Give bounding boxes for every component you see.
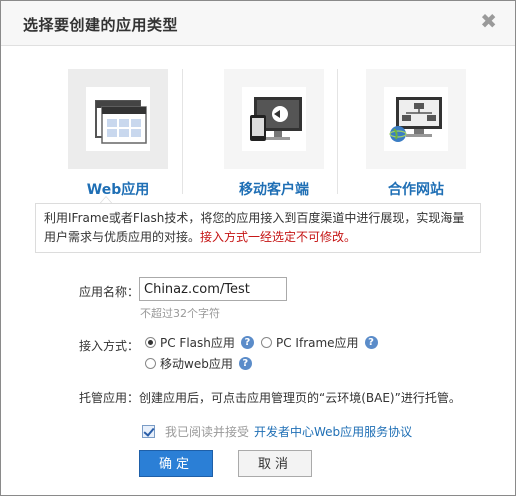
close-icon[interactable]: ✖: [480, 11, 497, 31]
radio-pc-flash[interactable]: PC Flash应用 ?: [145, 334, 254, 351]
radio-pc-iframe[interactable]: PC Iframe应用 ?: [261, 334, 378, 351]
hosting-note: 托管应用：创建应用后，可点击应用管理页的“云环境(BAE)”进行托管。: [79, 391, 461, 405]
radio-pc-flash-label: PC Flash应用: [160, 336, 235, 350]
create-app-dialog: 选择要创建的应用类型 ✖ Web应用 移动客户端 合作网站 利用IFrame或者…: [0, 0, 516, 496]
partner-site-icon: [384, 87, 448, 151]
agreement-text: 我已阅读并接受: [165, 425, 250, 439]
web-app-icon: [86, 87, 150, 151]
radio-pc-iframe-label: PC Iframe应用: [276, 336, 359, 350]
help-icon[interactable]: ?: [364, 336, 378, 349]
app-type-description: 利用IFrame或者Flash技术，将您的应用接入到百度渠道中进行展现，实现海量…: [35, 203, 481, 253]
help-icon[interactable]: ?: [238, 357, 252, 370]
access-method-label: 接入方式：: [79, 339, 140, 353]
type-divider: [182, 69, 183, 194]
radio-pc-flash-indicator: [145, 337, 156, 348]
agreement-row: 我已阅读并接受 开发者中心Web应用服务协议: [142, 423, 412, 440]
dialog-titlebar: 选择要创建的应用类型 ✖: [1, 1, 515, 46]
cancel-button[interactable]: 取消: [238, 450, 312, 477]
description-warning: 接入方式一经选定不可修改。: [200, 230, 357, 244]
confirm-button[interactable]: 确定: [139, 450, 213, 477]
radio-mobile-web-label: 移动web应用: [160, 357, 233, 371]
radio-pc-iframe-indicator: [261, 337, 272, 348]
agreement-checkbox[interactable]: [142, 425, 155, 438]
agreement-link[interactable]: 开发者中心Web应用服务协议: [254, 423, 412, 440]
partner-site-tile: [366, 69, 466, 169]
type-partner-site-label: 合作网站: [388, 182, 444, 198]
web-app-tile: [68, 69, 168, 169]
app-type-selector: Web应用 移动客户端 合作网站: [1, 69, 515, 199]
type-partner-site[interactable]: 合作网站: [351, 69, 481, 199]
help-icon[interactable]: ?: [240, 336, 254, 349]
mobile-client-tile: [224, 69, 324, 169]
dialog-title: 选择要创建的应用类型: [23, 16, 179, 34]
type-web-app[interactable]: Web应用: [53, 69, 183, 199]
type-mobile-client[interactable]: 移动客户端: [209, 69, 339, 199]
app-name-hint: 不超过32个字符: [140, 307, 220, 320]
type-divider: [337, 69, 338, 194]
type-mobile-client-label: 移动客户端: [239, 182, 309, 198]
radio-mobile-web[interactable]: 移动web应用 ?: [145, 355, 252, 372]
radio-mobile-web-indicator: [145, 358, 156, 369]
mobile-client-icon: [242, 87, 306, 151]
app-name-label: 应用名称：: [79, 285, 140, 299]
app-name-input[interactable]: [139, 277, 287, 301]
type-web-app-label: Web应用: [86, 182, 150, 198]
